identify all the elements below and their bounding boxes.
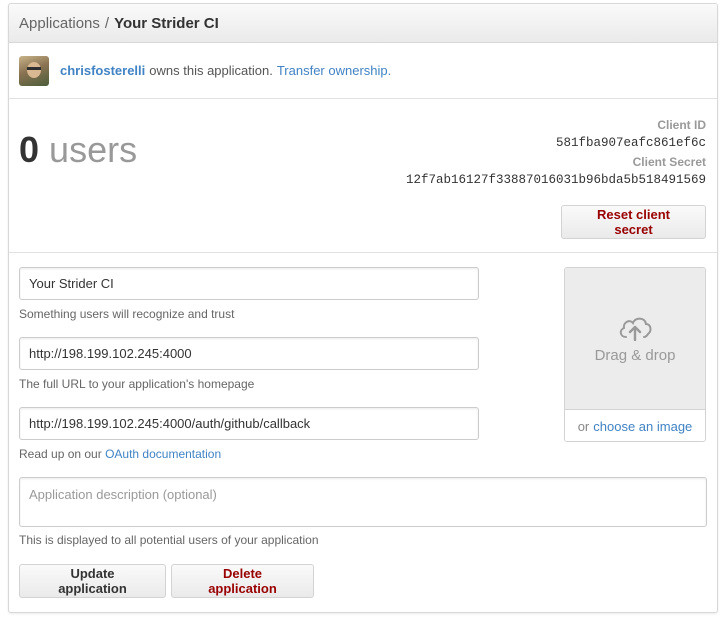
stats-row: 0 users Client ID 581fba907eafc861ef6c C… — [9, 99, 717, 253]
cloud-upload-icon — [619, 317, 652, 341]
avatar-face — [27, 61, 41, 78]
homepage-url-input[interactable]: http://198.199.102.245:4000 — [19, 337, 479, 370]
breadcrumb-applications-link[interactable]: Applications — [19, 15, 100, 32]
application-description-textarea[interactable]: Application description (optional) — [19, 477, 707, 527]
user-count-number: 0 — [19, 129, 40, 170]
choose-image-link[interactable]: choose an image — [593, 419, 692, 434]
application-name-input[interactable]: Your Strider CI — [19, 267, 479, 300]
breadcrumb: Applications / Your Strider CI — [9, 4, 717, 43]
drag-and-drop-label: Drag & drop — [594, 347, 676, 364]
breadcrumb-current: Your Strider CI — [114, 14, 219, 32]
or-text: or — [577, 418, 590, 434]
avatar[interactable] — [19, 55, 49, 86]
client-secret-label: Client Secret — [632, 155, 706, 169]
owner-text: owns this application. — [149, 63, 273, 78]
logo-upload-footer: or choose an image — [565, 410, 705, 441]
reset-client-secret-button[interactable]: Reset client secret — [561, 205, 706, 239]
logo-drop-area[interactable]: Drag & drop — [565, 268, 705, 410]
client-id-value: 581fba907eafc861ef6c — [555, 136, 706, 150]
client-secret-value: 12f7ab16127f33887016031b96bda5b518491569 — [405, 173, 706, 187]
delete-application-button[interactable]: Delete application — [171, 564, 314, 598]
avatar-glasses — [27, 66, 41, 70]
transfer-ownership-link[interactable]: Transfer ownership. — [277, 63, 391, 78]
client-credentials: Client ID 581fba907eafc861ef6c Client Se… — [406, 116, 706, 190]
user-count-label: users — [49, 129, 138, 170]
user-count: 0 users — [19, 129, 137, 171]
callback-url-hint: Read up on our OAuth documentation — [19, 447, 221, 461]
owner-row: chrisfosterelli owns this application. T… — [9, 43, 717, 99]
application-name-hint: Something users will recognize and trust — [19, 307, 235, 321]
owner-username-link[interactable]: chrisfosterelli — [60, 63, 145, 78]
homepage-url-hint: The full URL to your application's homep… — [19, 377, 255, 391]
callback-hint-text: Read up on our — [19, 447, 102, 461]
application-settings-panel: Applications / Your Strider CI chrisfost… — [8, 3, 718, 613]
application-description-hint: This is displayed to all potential users… — [19, 533, 319, 547]
callback-url-input[interactable]: http://198.199.102.245:4000/auth/github/… — [19, 407, 479, 440]
logo-upload: Drag & drop or choose an image — [564, 267, 706, 442]
breadcrumb-separator: / — [104, 14, 110, 32]
oauth-documentation-link[interactable]: OAuth documentation — [105, 447, 221, 461]
application-form: Your Strider CI Something users will rec… — [9, 253, 717, 612]
update-application-button[interactable]: Update application — [19, 564, 166, 598]
client-id-label: Client ID — [657, 118, 706, 132]
